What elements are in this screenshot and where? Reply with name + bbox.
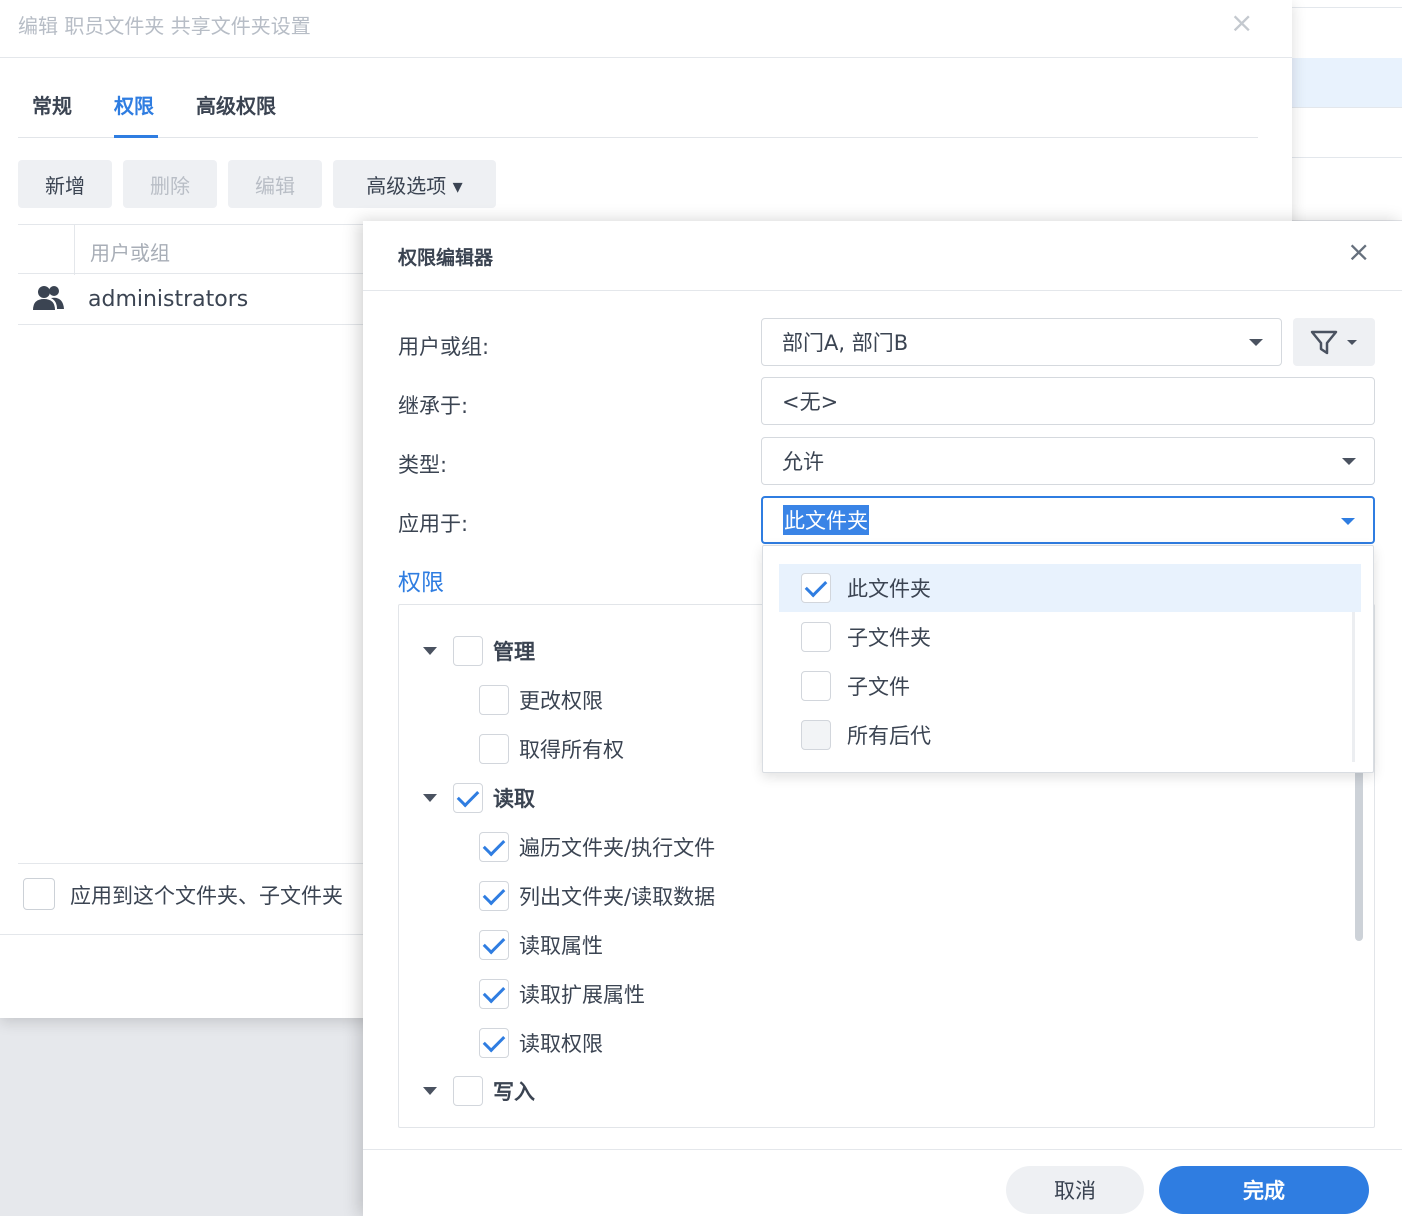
dialog-title: 编辑 职员文件夹 共享文件夹设置 — [18, 14, 311, 38]
dropdown-option-this-folder[interactable]: 此文件夹 — [779, 564, 1361, 612]
type-value: 允许 — [782, 450, 824, 474]
active-tab-indicator — [114, 135, 158, 138]
tab-advanced-permissions[interactable]: 高级权限 — [196, 90, 276, 119]
type-select[interactable]: 允许 — [761, 437, 1375, 485]
expand-arrow-icon[interactable] — [423, 647, 437, 655]
dropdown-option-subfolders[interactable]: 子文件夹 — [779, 613, 1361, 661]
manage-checkbox[interactable] — [453, 636, 483, 666]
apply-to-dropdown-menu: 此文件夹 子文件夹 子文件 所有后代 — [762, 545, 1374, 773]
tree-node-take-ownership[interactable]: 取得所有权 — [479, 733, 624, 765]
close-icon[interactable]: × — [1230, 8, 1253, 38]
tree-node-label: 写入 — [493, 1080, 535, 1104]
divider — [18, 863, 378, 864]
dropdown-scrollbar[interactable] — [1352, 612, 1355, 762]
read-checkbox[interactable] — [453, 783, 483, 813]
read-permissions-checkbox[interactable] — [479, 1028, 509, 1058]
add-button[interactable]: 新增 — [18, 160, 112, 208]
tab-permissions[interactable]: 权限 — [114, 90, 154, 119]
apply-to-value: 此文件夹 — [783, 505, 869, 535]
close-icon[interactable]: × — [1347, 237, 1370, 267]
tree-node-label: 读取属性 — [519, 934, 603, 958]
filter-icon — [1310, 330, 1357, 355]
divider — [0, 57, 1292, 58]
list-read-data-checkbox[interactable] — [479, 881, 509, 911]
dropdown-option-label: 子文件夹 — [847, 626, 931, 650]
user-or-group-select[interactable]: 部门A, 部门B — [761, 318, 1282, 366]
background-list-row — [1290, 0, 1402, 8]
dropdown-option-label: 子文件 — [847, 675, 910, 699]
dropdown-option-label: 所有后代 — [847, 724, 931, 748]
inherit-from-label: 继承于: — [398, 394, 469, 418]
read-attributes-checkbox[interactable] — [479, 930, 509, 960]
all-descendants-checkbox[interactable] — [801, 720, 831, 750]
tree-node-label: 读取扩展属性 — [519, 983, 645, 1007]
tree-node-write[interactable]: 写入 — [423, 1075, 535, 1107]
user-group-name: administrators — [88, 287, 249, 312]
tree-node-read-extended-attributes[interactable]: 读取扩展属性 — [479, 978, 645, 1010]
grid-header: 用户或组 — [18, 224, 378, 275]
inherit-from-value: <无> — [782, 390, 839, 414]
users-icon — [33, 286, 64, 310]
subfiles-checkbox[interactable] — [801, 671, 831, 701]
inherit-from-field: <无> — [761, 377, 1375, 425]
subfolders-checkbox[interactable] — [801, 622, 831, 652]
chevron-down-icon — [1341, 518, 1355, 525]
tree-node-label: 更改权限 — [519, 689, 603, 713]
tree-node-label: 读取权限 — [519, 1032, 603, 1056]
apply-to-select[interactable]: 此文件夹 — [761, 496, 1375, 544]
tab-divider — [18, 137, 1258, 138]
tree-node-list-read-data[interactable]: 列出文件夹/读取数据 — [479, 880, 715, 912]
tree-scrollbar[interactable] — [1355, 761, 1363, 941]
permissions-header: 权限 — [398, 570, 444, 596]
tree-node-manage[interactable]: 管理 — [423, 635, 535, 667]
dropdown-option-all-descendants[interactable]: 所有后代 — [779, 711, 1361, 759]
tree-node-read-permissions[interactable]: 读取权限 — [479, 1027, 603, 1059]
background-list-panel — [1290, 0, 1402, 220]
filter-button[interactable] — [1293, 318, 1375, 366]
background-list-row-selected[interactable] — [1290, 58, 1402, 108]
traverse-execute-checkbox[interactable] — [479, 832, 509, 862]
delete-button[interactable]: 删除 — [123, 160, 217, 208]
divider — [363, 290, 1402, 291]
change-permissions-checkbox[interactable] — [479, 685, 509, 715]
chevron-down-icon — [1249, 339, 1263, 346]
tree-node-read[interactable]: 读取 — [423, 782, 535, 814]
divider — [0, 934, 380, 935]
user-or-group-label: 用户或组: — [398, 335, 490, 359]
user-or-group-value: 部门A, 部门B — [782, 331, 909, 355]
dropdown-option-label: 此文件夹 — [847, 577, 931, 601]
tree-node-label: 遍历文件夹/执行文件 — [519, 836, 716, 860]
tree-node-label: 读取 — [493, 787, 535, 811]
background-list-row — [1290, 108, 1402, 158]
tree-node-label: 取得所有权 — [519, 738, 624, 762]
apply-to-subfolders-label: 应用到这个文件夹、子文件夹 — [70, 884, 343, 908]
dropdown-option-subfiles[interactable]: 子文件 — [779, 662, 1361, 710]
apply-to-subfolders-checkbox[interactable] — [23, 878, 55, 910]
take-ownership-checkbox[interactable] — [479, 734, 509, 764]
expand-arrow-icon[interactable] — [423, 1087, 437, 1095]
chevron-down-icon — [1342, 458, 1356, 465]
type-label: 类型: — [398, 453, 448, 477]
read-extended-attributes-checkbox[interactable] — [479, 979, 509, 1009]
apply-to-label: 应用于: — [398, 512, 469, 536]
tab-general[interactable]: 常规 — [32, 90, 72, 119]
cancel-button[interactable]: 取消 — [1006, 1166, 1144, 1214]
tree-node-traverse-execute[interactable]: 遍历文件夹/执行文件 — [479, 831, 715, 863]
advanced-options-button[interactable]: 高级选项 ▾ — [333, 160, 496, 208]
edit-button[interactable]: 编辑 — [228, 160, 322, 208]
column-separator — [74, 225, 75, 275]
tree-node-read-attributes[interactable]: 读取属性 — [479, 929, 603, 961]
dialog-title: 权限编辑器 — [398, 247, 494, 269]
divider — [363, 1149, 1402, 1150]
tree-node-change-permissions[interactable]: 更改权限 — [479, 684, 603, 716]
tree-node-label: 列出文件夹/读取数据 — [519, 885, 716, 909]
this-folder-checkbox[interactable] — [801, 573, 831, 603]
column-header-user-or-group[interactable]: 用户或组 — [90, 237, 170, 266]
expand-arrow-icon[interactable] — [423, 794, 437, 802]
tab-bar: 常规 权限 高级权限 — [32, 90, 276, 119]
write-checkbox[interactable] — [453, 1076, 483, 1106]
done-button[interactable]: 完成 — [1159, 1166, 1369, 1214]
table-row[interactable]: administrators — [18, 275, 378, 325]
tree-node-label: 管理 — [493, 640, 535, 664]
